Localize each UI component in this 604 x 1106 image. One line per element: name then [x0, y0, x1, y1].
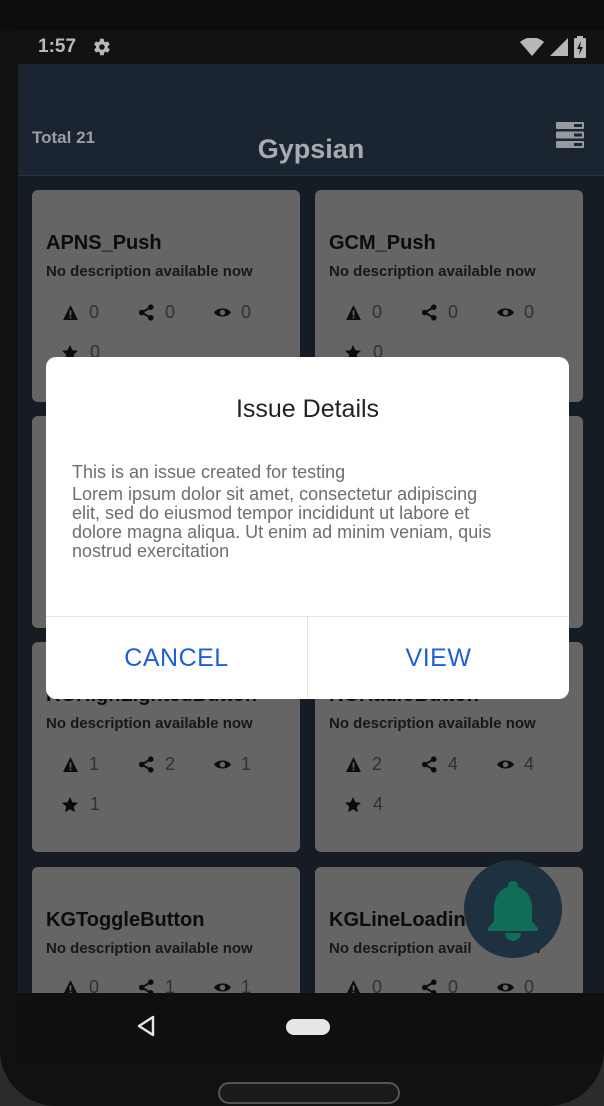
dialog-message-line: Lorem ipsum dolor sit amet, consectetur … — [72, 484, 478, 504]
dialog-title: Issue Details — [235, 395, 380, 423]
issue-details-dialog: Issue Details This is an issue created f… — [46, 357, 569, 699]
speaker-grille — [218, 1082, 400, 1104]
view-button[interactable]: VIEW — [308, 617, 569, 699]
dialog-message-line: dolore magna aliqua. Ut enim ad minim ve… — [72, 522, 492, 542]
cancel-button[interactable]: CANCEL — [46, 617, 307, 699]
phone-frame: 1:57 Total 21 Gypsian APNS_Push No descr… — [0, 0, 604, 1106]
dialog-message-line: elit, sed do eiusmod tempor incididunt u… — [72, 503, 470, 523]
dialog-message: This is an issue created for testing Lor… — [72, 463, 552, 561]
notifications-fab[interactable] — [464, 860, 562, 958]
dialog-message-line: nostrud exercitation — [72, 541, 230, 561]
home-pill-icon[interactable] — [286, 1019, 330, 1035]
screen: 1:57 Total 21 Gypsian APNS_Push No descr… — [18, 30, 604, 1062]
system-nav-bar — [18, 993, 604, 1062]
bell-icon — [488, 881, 538, 941]
bezel-top — [0, 0, 604, 30]
back-triangle-icon[interactable] — [136, 1015, 156, 1037]
dialog-message-line: This is an issue created for testing — [72, 462, 346, 482]
